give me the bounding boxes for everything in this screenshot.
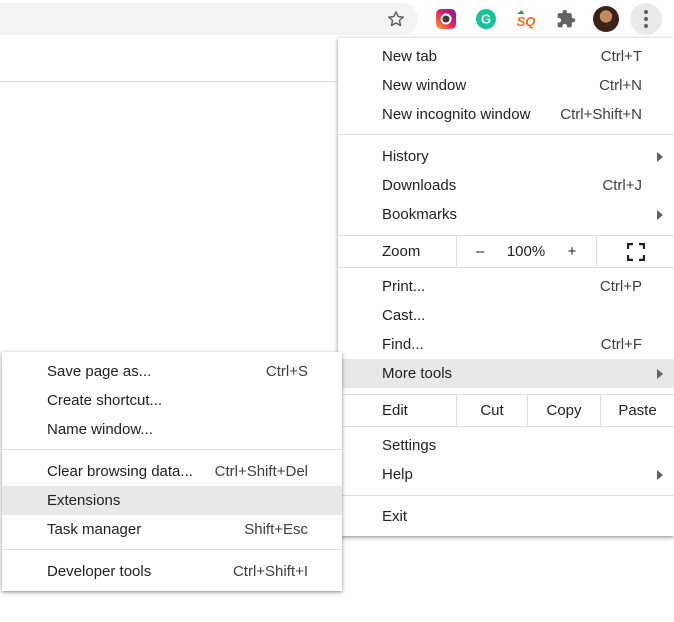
paste-button[interactable]: Paste — [601, 395, 674, 426]
instagram-extension-icon[interactable] — [434, 7, 458, 31]
zoom-out-button[interactable]: – — [457, 236, 503, 267]
menu-separator — [338, 134, 674, 135]
menu-item-shortcut: Ctrl+Shift+I — [232, 563, 308, 580]
cut-button[interactable]: Cut — [457, 395, 527, 426]
edit-label: Edit — [382, 402, 408, 419]
menu-item-print[interactable]: Print... Ctrl+P — [338, 272, 674, 301]
menu-separator — [338, 426, 674, 427]
menu-item-label: Downloads — [382, 177, 457, 194]
submenu-arrow-icon — [657, 469, 663, 480]
menu-item-label: Cast... — [382, 307, 426, 324]
submenu-item-save-page[interactable]: Save page as... Ctrl+S — [2, 357, 342, 386]
extensions-puzzle-icon[interactable] — [554, 7, 578, 31]
star-icon[interactable] — [384, 7, 408, 31]
menu-item-cast[interactable]: Cast... — [338, 301, 674, 330]
address-bar[interactable] — [0, 3, 418, 35]
menu-item-label: Settings — [382, 437, 437, 454]
sq-letters: SQ — [517, 14, 536, 29]
menu-item-label: Name window... — [47, 421, 153, 438]
grammarly-extension-icon[interactable]: G — [474, 7, 498, 31]
menu-separator — [338, 267, 674, 268]
chrome-main-menu: New tab Ctrl+T New window Ctrl+N New inc… — [338, 38, 674, 536]
menu-item-shortcut: Ctrl+F — [600, 336, 642, 353]
sq-extension-icon[interactable]: SQ — [514, 7, 538, 31]
menu-item-shortcut: Ctrl+S — [265, 363, 308, 380]
menu-item-shortcut: Ctrl+Shift+Del — [214, 463, 308, 480]
menu-item-history[interactable]: History — [338, 142, 674, 171]
menu-item-label: Extensions — [47, 492, 121, 509]
zoom-label: Zoom — [382, 243, 421, 260]
fullscreen-icon[interactable] — [597, 236, 674, 267]
zoom-level: 100% — [506, 243, 546, 260]
menu-item-label: Clear browsing data... — [47, 463, 193, 480]
menu-item-exit[interactable]: Exit — [338, 502, 674, 531]
submenu-item-clear-browsing-data[interactable]: Clear browsing data... Ctrl+Shift+Del — [2, 457, 342, 486]
menu-item-label: New tab — [382, 48, 438, 65]
menu-item-label: Exit — [382, 508, 408, 525]
menu-item-label: Create shortcut... — [47, 392, 163, 409]
menu-item-label: Help — [382, 466, 413, 483]
menu-item-label: Find... — [382, 336, 424, 353]
more-menu-icon[interactable] — [630, 3, 662, 35]
menu-item-more-tools[interactable]: More tools — [338, 359, 674, 388]
menu-separator — [2, 549, 342, 550]
menu-item-shortcut: Ctrl+T — [600, 48, 642, 65]
menu-item-settings[interactable]: Settings — [338, 431, 674, 460]
menu-item-shortcut: Ctrl+N — [599, 77, 642, 94]
edit-row: Edit Cut Copy Paste — [338, 395, 674, 426]
more-tools-submenu: Save page as... Ctrl+S Create shortcut..… — [2, 352, 342, 591]
browser-toolbar: G SQ — [0, 0, 674, 38]
submenu-item-task-manager[interactable]: Task manager Shift+Esc — [2, 515, 342, 544]
menu-item-label: Print... — [382, 278, 426, 295]
menu-item-new-tab[interactable]: New tab Ctrl+T — [338, 42, 674, 71]
submenu-item-extensions[interactable]: Extensions — [2, 486, 342, 515]
menu-item-label: Save page as... — [47, 363, 152, 380]
menu-item-label: More tools — [382, 365, 453, 382]
menu-item-find[interactable]: Find... Ctrl+F — [338, 330, 674, 359]
menu-item-shortcut: Shift+Esc — [244, 521, 308, 538]
profile-avatar[interactable] — [593, 6, 619, 32]
menu-separator — [2, 449, 342, 450]
submenu-arrow-icon — [657, 209, 663, 220]
menu-item-shortcut: Ctrl+Shift+N — [560, 106, 642, 123]
submenu-arrow-icon — [657, 151, 663, 162]
menu-item-label: History — [382, 148, 429, 165]
menu-item-help[interactable]: Help — [338, 460, 674, 489]
menu-item-downloads[interactable]: Downloads Ctrl+J — [338, 171, 674, 200]
zoom-row: Zoom – 100% + — [338, 236, 674, 267]
menu-item-label: New incognito window — [382, 106, 531, 123]
menu-item-new-window[interactable]: New window Ctrl+N — [338, 71, 674, 100]
submenu-item-developer-tools[interactable]: Developer tools Ctrl+Shift+I — [2, 557, 342, 586]
submenu-arrow-icon — [657, 368, 663, 379]
menu-item-label: New window — [382, 77, 467, 94]
menu-item-label: Developer tools — [47, 563, 152, 580]
menu-item-bookmarks[interactable]: Bookmarks — [338, 200, 674, 229]
submenu-item-create-shortcut[interactable]: Create shortcut... — [2, 386, 342, 415]
menu-separator — [338, 495, 674, 496]
menu-item-label: Task manager — [47, 521, 142, 538]
page-divider — [0, 81, 337, 82]
menu-item-shortcut: Ctrl+J — [602, 177, 642, 194]
menu-item-new-incognito-window[interactable]: New incognito window Ctrl+Shift+N — [338, 100, 674, 129]
menu-item-label: Bookmarks — [382, 206, 458, 223]
zoom-in-button[interactable]: + — [549, 236, 595, 267]
menu-item-shortcut: Ctrl+P — [599, 278, 642, 295]
copy-button[interactable]: Copy — [528, 395, 600, 426]
grammarly-letter: G — [481, 12, 491, 27]
submenu-item-name-window[interactable]: Name window... — [2, 415, 342, 444]
